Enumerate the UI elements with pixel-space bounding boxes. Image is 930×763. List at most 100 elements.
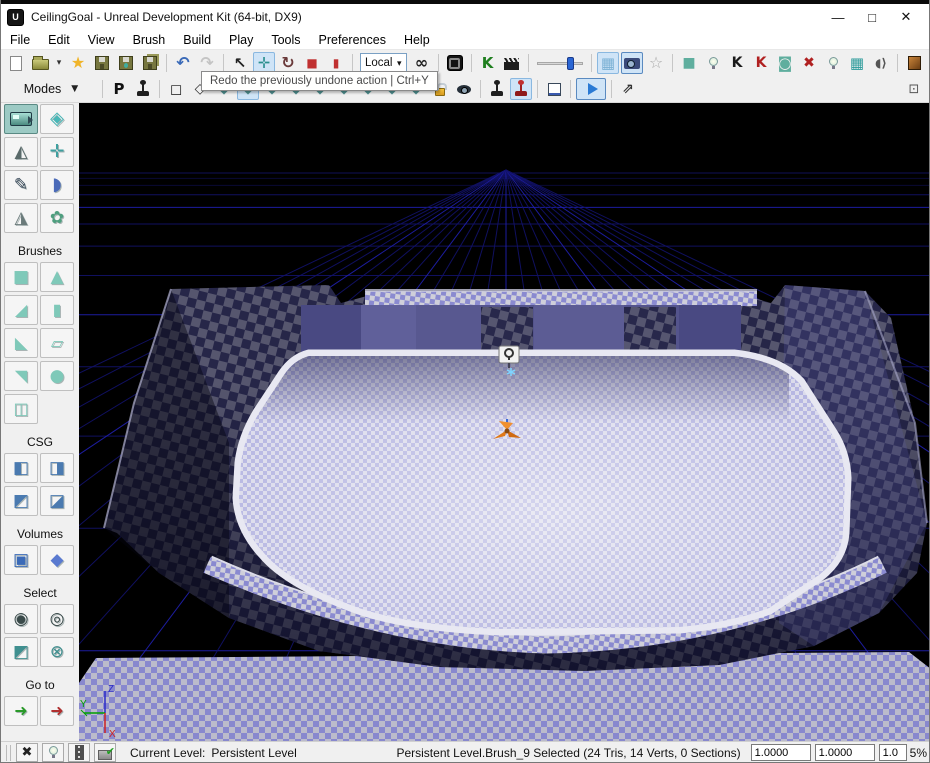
favorite-star-button[interactable]: ☆ xyxy=(645,52,667,74)
brush-sheet-button[interactable]: ▱ xyxy=(40,328,74,358)
drag-grid-input-2[interactable] xyxy=(815,744,875,761)
open-level-button[interactable] xyxy=(29,52,51,74)
menu-view[interactable]: View xyxy=(79,30,124,49)
builder-brush-button[interactable] xyxy=(903,52,925,74)
brush-volumetric-button[interactable]: ◫ xyxy=(4,394,38,424)
back-wall-top-highlight xyxy=(365,289,757,292)
content-browser-button[interactable] xyxy=(444,52,466,74)
perspective-viewport[interactable]: Z Y X xyxy=(79,103,930,741)
brush-linear-stair-button[interactable]: ◣ xyxy=(4,328,38,358)
visibility-button[interactable] xyxy=(453,78,475,100)
clear-errors-button[interactable]: ✖ xyxy=(16,743,38,762)
play-on-pc-button[interactable] xyxy=(510,78,532,100)
lightbulb-icon xyxy=(709,57,718,66)
foliage-mode-button[interactable]: ✿ xyxy=(40,203,74,233)
mesh-paint-button[interactable]: ◙ xyxy=(774,52,796,74)
camera-toggle-button[interactable] xyxy=(621,52,643,74)
show-selected-button[interactable]: ◉ xyxy=(4,604,38,634)
paths-status-button[interactable] xyxy=(68,743,90,762)
geometry-mode-button[interactable]: ◈ xyxy=(40,104,74,134)
brush-wireframe-button[interactable]: ◻ xyxy=(165,78,187,100)
toolbar-separator xyxy=(897,54,898,72)
save-modified-button[interactable] xyxy=(115,52,137,74)
csg-add-button[interactable]: ◧ xyxy=(4,453,38,483)
eye-open-icon: ◉ xyxy=(14,611,29,628)
section-label-select: Select xyxy=(1,586,79,600)
back-wall-face[interactable] xyxy=(301,305,741,357)
package-saved-button[interactable] xyxy=(94,743,116,762)
minimize-button[interactable]: — xyxy=(821,6,855,28)
float-window-button[interactable]: ⇗ xyxy=(617,78,639,100)
binoculars-icon: ∞ xyxy=(415,55,428,71)
z-axis-label: Z xyxy=(108,684,114,695)
brush-spiral-stair-button[interactable]: ◥ xyxy=(4,361,38,391)
geometry-edit-mode-button[interactable]: ✎ xyxy=(4,170,38,200)
invert-selection-button[interactable]: ◩ xyxy=(4,637,38,667)
csg-intersect-button[interactable]: ◩ xyxy=(4,486,38,516)
hide-selected-button[interactable]: ◎ xyxy=(40,604,74,634)
toolbar-separator xyxy=(672,54,673,72)
menu-build[interactable]: Build xyxy=(174,30,220,49)
light-preview-button[interactable] xyxy=(822,52,844,74)
play-in-viewport-button[interactable] xyxy=(486,78,508,100)
sound-toggle-button[interactable]: ◖⟩ xyxy=(870,52,892,74)
goto-builder-brush-button[interactable]: ➜ xyxy=(40,696,74,726)
brush-cube-button[interactable]: ■ xyxy=(4,262,38,292)
show-lights-button[interactable] xyxy=(702,52,724,74)
maximize-button[interactable]: □ xyxy=(855,6,889,28)
paths-button[interactable]: K xyxy=(726,52,748,74)
csg-subtract-button[interactable]: ◨ xyxy=(40,453,74,483)
landscape-mode-button[interactable]: ◮ xyxy=(4,203,38,233)
menu-tools[interactable]: Tools xyxy=(262,30,309,49)
static-mesh-mode-button[interactable]: ◗ xyxy=(40,170,74,200)
menu-play[interactable]: Play xyxy=(220,30,262,49)
add-volume-cube-button[interactable]: ◆ xyxy=(40,545,74,575)
slider-thumb[interactable] xyxy=(567,57,574,70)
current-level-value: Persistent Level xyxy=(211,746,296,760)
white-square-button[interactable] xyxy=(543,78,565,100)
csg-deintersect-button[interactable]: ◪ xyxy=(40,486,74,516)
open-dropdown-button[interactable]: ▾ xyxy=(53,52,65,74)
brush-curved-stair-button[interactable]: ◢ xyxy=(4,295,38,325)
grid-toggle-button[interactable]: ▦ xyxy=(846,52,868,74)
favorites-button[interactable]: ★ xyxy=(67,52,89,74)
lighting-status-button[interactable] xyxy=(42,743,64,762)
texture-align-mode-button[interactable]: ✛ xyxy=(40,137,74,167)
play-joystick-button[interactable] xyxy=(132,78,154,100)
play-level-button[interactable] xyxy=(576,78,606,100)
volume-slider[interactable] xyxy=(537,57,583,70)
drag-grid-input-1[interactable] xyxy=(751,744,811,761)
save-level-button[interactable] xyxy=(91,52,113,74)
publish-button[interactable]: P xyxy=(108,78,130,100)
show-all-button[interactable]: ⊗ xyxy=(40,637,74,667)
brush-cone-button[interactable]: ▲ xyxy=(40,262,74,292)
menu-brush[interactable]: Brush xyxy=(124,30,175,49)
menu-edit[interactable]: Edit xyxy=(39,30,79,49)
kismet-button[interactable]: K xyxy=(477,52,499,74)
delete-unused-button[interactable]: ✖ xyxy=(798,52,820,74)
brush-cylinder-button[interactable]: ▮ xyxy=(40,295,74,325)
camera-mode-button[interactable] xyxy=(4,104,38,134)
dock-grip-button[interactable]: ⊡ xyxy=(903,78,925,100)
paths-review-button[interactable]: K xyxy=(750,52,772,74)
close-button[interactable]: ✕ xyxy=(889,6,923,28)
new-level-button[interactable] xyxy=(5,52,27,74)
statusbar-grip xyxy=(6,745,11,761)
drag-grid-input-3[interactable] xyxy=(879,744,907,761)
goto-actor-button[interactable]: ➜ xyxy=(4,696,38,726)
matinee-button[interactable] xyxy=(501,52,523,74)
volume-cube-icon: ◆ xyxy=(50,552,63,569)
section-label-go-to: Go to xyxy=(1,678,79,692)
add-volume-button[interactable]: ▣ xyxy=(4,545,38,575)
save-all-button[interactable] xyxy=(139,52,161,74)
show-brushes-button[interactable]: ■ xyxy=(678,52,700,74)
translucency-toggle-button[interactable]: ▦ xyxy=(597,52,619,74)
menu-preferences[interactable]: Preferences xyxy=(310,30,395,49)
undo-button[interactable]: ↶ xyxy=(172,52,194,74)
menu-help[interactable]: Help xyxy=(395,30,439,49)
terrain-mode-button[interactable]: ◭ xyxy=(4,137,38,167)
window-arrow-icon: ⇗ xyxy=(622,82,634,96)
brush-sphere-button[interactable]: ● xyxy=(40,361,74,391)
chevron-down-icon[interactable]: ▼ xyxy=(71,85,78,94)
menu-file[interactable]: File xyxy=(1,30,39,49)
